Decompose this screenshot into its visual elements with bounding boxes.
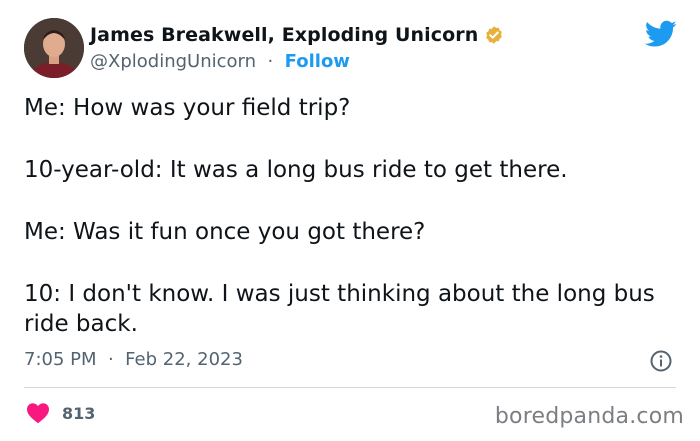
like-count: 813 <box>62 403 96 423</box>
avatar[interactable] <box>24 18 84 78</box>
verified-badge-icon <box>484 25 504 45</box>
author-display-name[interactable]: James Breakwell, Exploding Unicorn <box>90 24 478 46</box>
author-handle-row: @XplodingUnicorn · Follow <box>90 50 350 74</box>
tweet-line: Me: Was it fun once you got there? <box>24 219 426 245</box>
tweet-text: Me: How was your field trip? 10-year-old… <box>24 93 684 339</box>
twitter-bird-icon[interactable] <box>644 20 677 48</box>
follow-button[interactable]: Follow <box>285 51 350 72</box>
timestamp-separator: · <box>102 349 120 370</box>
like-button[interactable]: 813 <box>26 400 95 426</box>
info-icon[interactable] <box>649 349 673 373</box>
heart-icon <box>27 403 49 424</box>
tweet-line: Me: How was your field trip? <box>24 95 351 121</box>
tweet-line: 10: I don't know. I was just thinking ab… <box>24 281 663 337</box>
boredpanda-watermark: boredpanda.com <box>494 404 684 429</box>
author-name-row: James Breakwell, Exploding Unicorn <box>90 23 504 47</box>
tweet-time: 7:05 PM <box>24 349 97 370</box>
tweet-line: 10-year-old: It was a long bus ride to g… <box>24 157 568 183</box>
handle-separator: · <box>261 51 279 72</box>
tweet-date: Feb 22, 2023 <box>125 349 243 370</box>
tweet-timestamp[interactable]: 7:05 PM · Feb 22, 2023 <box>24 348 243 372</box>
divider <box>24 387 676 388</box>
author-handle[interactable]: @XplodingUnicorn <box>90 51 256 72</box>
